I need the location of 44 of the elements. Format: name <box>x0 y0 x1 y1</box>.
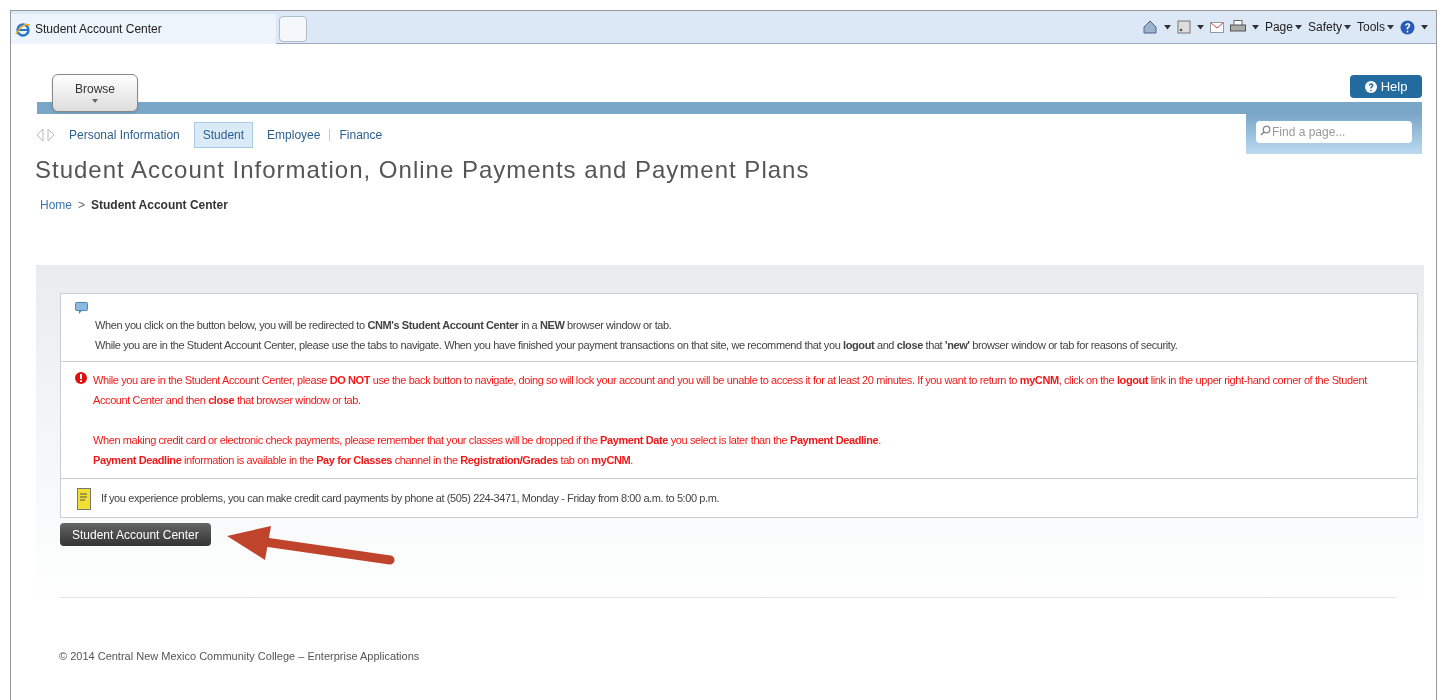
breadcrumb-link[interactable]: Home <box>40 196 72 214</box>
notice-text: Payment Deadline information is available in the Pay for Classes channel in the Registration/Grades tab on myCNM. <box>93 453 634 468</box>
search-field[interactable]: Find a page... <box>1256 121 1412 143</box>
caret-icon <box>1344 24 1351 30</box>
new-tab-button[interactable] <box>279 15 307 42</box>
caret-icon <box>1421 24 1428 30</box>
toolbar-menu[interactable]: Page <box>1264 18 1302 36</box>
page-title: Student Account Information, Online Payments and Payment Plans <box>35 155 810 185</box>
caret-icon <box>1387 24 1394 30</box>
search-icon <box>1260 125 1271 136</box>
nav-tab[interactable]: Employee <box>261 123 327 147</box>
tab-title: Student Account Center <box>35 20 162 38</box>
notice-text: While you are in the Student Account Center, please DO NOT use the back button to navigate, doing so will lock your account and you will be unable to access it for at least 20 minutes. If you want to return to myCNM, click on the logout link in the upper right-hand corner of the Student Account Center and then close that browser window or tab. <box>93 373 1369 408</box>
note-icon <box>77 488 91 510</box>
help-icon[interactable] <box>1400 19 1415 35</box>
home-icon[interactable] <box>1141 19 1158 35</box>
mail-icon[interactable] <box>1209 21 1224 33</box>
footer-text: © 2014 Central New Mexico Community College – Enterprise Applications <box>59 649 420 664</box>
nav-tab[interactable]: Personal Information <box>63 123 186 147</box>
browser-tab[interactable]: Student Account Center <box>11 13 276 44</box>
breadcrumb-separator: > <box>78 197 86 214</box>
notice-text: While you are in the Student Account Center, please use the tabs to navigate. When you have finished your payment transactions on that site, we recommend that you logout and close that 'new' browser window or tab for reasons of security. <box>94 338 1179 353</box>
notice-text: When making credit card or electronic check payments, please remember that your classes will be dropped if the Payment Date you select is later than the Payment Deadline. <box>93 433 882 448</box>
browser-logo-icon <box>15 20 31 37</box>
toolbar-menu[interactable]: Safety <box>1307 18 1351 36</box>
breadcrumb-current: Student Account Center <box>91 197 228 214</box>
caret-icon <box>1163 24 1171 30</box>
caret-icon <box>1294 24 1302 30</box>
student-account-center-button[interactable]: Student Account Center <box>60 523 211 546</box>
help-button[interactable]: Help <box>1350 75 1422 98</box>
toolbar-menu[interactable]: Tools <box>1357 18 1394 36</box>
help-icon <box>1364 80 1377 93</box>
print-icon[interactable] <box>1229 20 1246 34</box>
feed-icon[interactable] <box>1176 20 1191 34</box>
caret-icon <box>1251 24 1259 30</box>
caret-icon <box>1196 24 1204 30</box>
alert-icon <box>75 372 87 384</box>
nav-tab[interactable]: Finance <box>333 123 389 147</box>
nav-tab[interactable]: Student <box>193 122 254 148</box>
browse-button[interactable]: Browse <box>52 74 138 112</box>
notice-text: If you experience problems, you can make credit card payments by phone at (505) 224-3471, Monday - Friday from 8:00 a.m. to 5:00 p.m. <box>101 491 720 506</box>
nav-arrows-icon[interactable] <box>35 127 57 143</box>
notice-text: When you click on the button below, you will be redirected to CNM's Student Account Center in a NEW browser window or tab. <box>94 318 673 333</box>
speech-bubble-icon <box>75 302 88 315</box>
